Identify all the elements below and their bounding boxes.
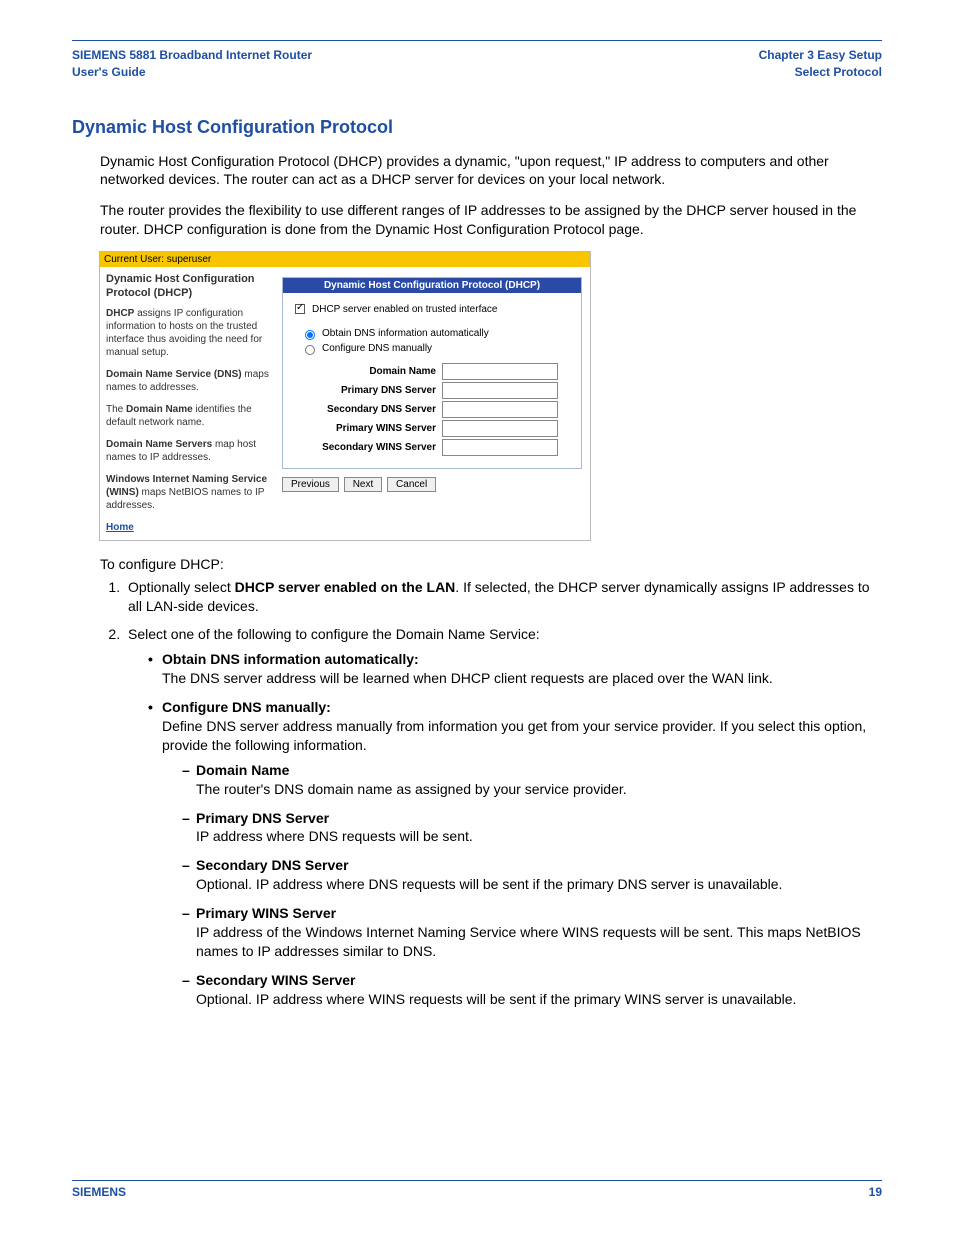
section-title: Dynamic Host Configuration Protocol <box>72 117 882 138</box>
footer-brand: SIEMENS <box>72 1185 126 1199</box>
dhcp-enabled-label: DHCP server enabled on trusted interface <box>312 304 497 315</box>
dash-body: IP address where DNS requests will be se… <box>196 828 473 844</box>
sidebar-text: The <box>106 404 126 415</box>
secondary-wins-input[interactable] <box>442 439 558 456</box>
dns-manual-radio[interactable] <box>305 345 315 355</box>
footer-page-number: 19 <box>869 1185 882 1199</box>
bullet-title: Obtain DNS information automatically: <box>162 651 419 667</box>
steps-list: Optionally select DHCP server enabled on… <box>100 578 882 1009</box>
step-text: Select one of the following to configure… <box>128 626 540 642</box>
instructions-intro: To configure DHCP: <box>100 555 882 574</box>
dash-body: Optional. IP address where DNS requests … <box>196 876 782 892</box>
dns-auto-label: Obtain DNS information automatically <box>322 328 489 339</box>
header-right-line2: Select Protocol <box>759 64 882 81</box>
previous-button[interactable]: Previous <box>282 477 339 492</box>
dns-manual-label: Configure DNS manually <box>322 343 432 354</box>
bullet-configure-dns: Configure DNS manually: Define DNS serve… <box>148 698 882 1008</box>
step-1: Optionally select DHCP server enabled on… <box>124 578 882 616</box>
dhcp-config-screenshot: Current User: superuser Dynamic Host Con… <box>99 251 591 541</box>
dash-title: Secondary DNS Server <box>196 857 349 873</box>
secondary-wins-label: Secondary WINS Server <box>291 442 442 453</box>
header-left-line2: User's Guide <box>72 64 312 81</box>
header-right: Chapter 3 Easy Setup Select Protocol <box>759 47 882 81</box>
dash-secondary-wins: Secondary WINS Server Optional. IP addre… <box>182 971 882 1009</box>
dash-domain-name: Domain Name The router's DNS domain name… <box>182 761 882 799</box>
primary-wins-label: Primary WINS Server <box>291 423 442 434</box>
dash-body: IP address of the Windows Internet Namin… <box>196 924 861 959</box>
sidebar-term-dns-servers: Domain Name Servers <box>106 439 212 450</box>
sidebar-title: Dynamic Host Configuration Protocol (DHC… <box>106 272 272 301</box>
header-left: SIEMENS 5881 Broadband Internet Router U… <box>72 47 312 81</box>
primary-wins-input[interactable] <box>442 420 558 437</box>
bullet-body: The DNS server address will be learned w… <box>162 670 773 686</box>
dhcp-enabled-checkbox[interactable] <box>295 304 305 314</box>
dash-title: Secondary WINS Server <box>196 972 356 988</box>
section-para-2: The router provides the flexibility to u… <box>100 201 882 239</box>
header-left-line1: SIEMENS 5881 Broadband Internet Router <box>72 47 312 64</box>
secondary-dns-input[interactable] <box>442 401 558 418</box>
dash-primary-dns: Primary DNS Server IP address where DNS … <box>182 809 882 847</box>
cancel-button[interactable]: Cancel <box>387 477 436 492</box>
home-link[interactable]: Home <box>106 522 134 533</box>
domain-name-label: Domain Name <box>291 366 442 377</box>
dash-secondary-dns: Secondary DNS Server Optional. IP addres… <box>182 856 882 894</box>
sidebar-term-dns: Domain Name Service (DNS) <box>106 369 242 380</box>
dash-title: Primary DNS Server <box>196 810 329 826</box>
sidebar-term-dhcp: DHCP <box>106 308 134 319</box>
dash-title: Domain Name <box>196 762 289 778</box>
section-para-1: Dynamic Host Configuration Protocol (DHC… <box>100 152 882 190</box>
bullet-obtain-dns: Obtain DNS information automatically: Th… <box>148 650 882 688</box>
bullet-title: Configure DNS manually: <box>162 699 331 715</box>
header-rule <box>72 40 882 41</box>
dhcp-panel: Dynamic Host Configuration Protocol (DHC… <box>282 277 582 469</box>
domain-name-input[interactable] <box>442 363 558 380</box>
header-right-line1: Chapter 3 Easy Setup <box>759 47 882 64</box>
footer-rule <box>72 1180 882 1181</box>
dash-body: The router's DNS domain name as assigned… <box>196 781 627 797</box>
bullet-body: Define DNS server address manually from … <box>162 718 866 753</box>
step-bold: DHCP server enabled on the LAN <box>235 579 456 595</box>
primary-dns-input[interactable] <box>442 382 558 399</box>
dash-title: Primary WINS Server <box>196 905 336 921</box>
dash-body: Optional. IP address where WINS requests… <box>196 991 796 1007</box>
dns-auto-radio[interactable] <box>305 330 315 340</box>
current-user-bar: Current User: superuser <box>100 252 590 267</box>
dash-primary-wins: Primary WINS Server IP address of the Wi… <box>182 904 882 961</box>
next-button[interactable]: Next <box>344 477 383 492</box>
sidebar-term-domain: Domain Name <box>126 404 193 415</box>
step-text: Optionally select <box>128 579 235 595</box>
page-footer: SIEMENS 19 <box>72 1180 882 1199</box>
sidebar-help-text: Dynamic Host Configuration Protocol (DHC… <box>100 267 280 540</box>
secondary-dns-label: Secondary DNS Server <box>291 404 442 415</box>
page-header: SIEMENS 5881 Broadband Internet Router U… <box>72 47 882 81</box>
primary-dns-label: Primary DNS Server <box>291 385 442 396</box>
step-2: Select one of the following to configure… <box>124 625 882 1008</box>
dhcp-panel-title: Dynamic Host Configuration Protocol (DHC… <box>283 278 581 293</box>
